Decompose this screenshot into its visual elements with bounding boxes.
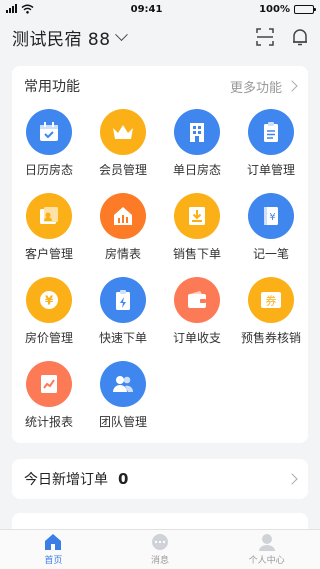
- svg-text:¥: ¥: [269, 212, 275, 223]
- today-orders-row[interactable]: 今日新增订单 0: [12, 459, 308, 499]
- trend-chart-icon: [26, 361, 72, 407]
- feature-sales-order[interactable]: 销售下单: [160, 193, 234, 262]
- feature-label: 订单收支: [172, 331, 221, 345]
- feature-label: 团队管理: [98, 415, 147, 429]
- tab-profile[interactable]: 个人中心: [213, 530, 320, 569]
- chevron-right-icon: [286, 473, 298, 485]
- feature-quick-order[interactable]: 快速下单: [86, 277, 160, 346]
- building-icon: [174, 109, 220, 155]
- tab-messages-label: 消息: [151, 556, 170, 566]
- tab-home[interactable]: 首页: [0, 530, 107, 569]
- feature-label: 预售券核销: [240, 331, 301, 345]
- quick-order-icon: [100, 277, 146, 323]
- svg-text:¥: ¥: [45, 294, 54, 308]
- profile-icon: [258, 534, 275, 551]
- feature-label: 订单管理: [246, 163, 295, 177]
- feature-label: 销售下单: [172, 247, 221, 261]
- clipboard-icon: [248, 109, 294, 155]
- feature-label: 房情表: [104, 247, 141, 261]
- feature-label: 单日房态: [172, 163, 221, 177]
- contact-card-icon: [26, 193, 72, 239]
- tab-home-label: 首页: [44, 556, 63, 566]
- feature-label: 会员管理: [98, 163, 147, 177]
- tab-profile-label: 个人中心: [248, 556, 285, 566]
- feature-daily-status[interactable]: 单日房态: [160, 109, 234, 178]
- feature-room-price[interactable]: ¥ 房价管理: [12, 277, 86, 346]
- svg-text:券: 券: [266, 294, 277, 308]
- crown-icon: [100, 109, 146, 155]
- hotel-selector[interactable]: 测试民宿 88: [12, 25, 111, 50]
- today-orders-label: 今日新增订单: [24, 472, 108, 488]
- scan-icon[interactable]: [256, 28, 274, 46]
- feature-label: 客户管理: [24, 247, 73, 261]
- ledger-icon: ¥: [248, 193, 294, 239]
- features-title: 常用功能: [24, 79, 80, 95]
- feature-customer-management[interactable]: 客户管理: [12, 193, 86, 262]
- feature-team-management[interactable]: 团队管理: [86, 361, 160, 430]
- battery-percent: 100%: [259, 3, 290, 15]
- battery-icon: [294, 4, 316, 14]
- feature-order-finance[interactable]: 订单收支: [160, 277, 234, 346]
- status-time: 09:41: [130, 3, 163, 15]
- yen-coin-icon: ¥: [26, 277, 72, 323]
- more-features-link[interactable]: 更多功能: [229, 77, 298, 96]
- tab-messages[interactable]: 消息: [107, 530, 214, 569]
- feature-label: 快速下单: [98, 331, 147, 345]
- feature-order-management[interactable]: 订单管理: [234, 109, 308, 178]
- chevron-right-icon: [286, 80, 298, 92]
- signal-icon: [6, 4, 17, 13]
- feature-calendar-status[interactable]: 日历房态: [12, 109, 86, 178]
- message-icon: [152, 534, 168, 550]
- feature-label: 统计报表: [24, 415, 73, 429]
- top-bar: 测试民宿 88: [0, 18, 320, 56]
- more-features-label: 更多功能: [229, 80, 282, 96]
- feature-room-report[interactable]: 房情表: [86, 193, 160, 262]
- sale-order-icon: [174, 193, 220, 239]
- feature-voucher-redeem[interactable]: 券 预售券核销: [234, 277, 308, 346]
- today-orders-count: 0: [118, 470, 129, 488]
- feature-label: 日历房态: [24, 163, 73, 177]
- wallet-icon: [174, 277, 220, 323]
- status-bar: 09:41 100%: [0, 0, 320, 18]
- feature-record-entry[interactable]: ¥ 记一笔: [234, 193, 308, 262]
- team-icon: [100, 361, 146, 407]
- feature-statistics[interactable]: 统计报表: [12, 361, 86, 430]
- feature-label: 记一笔: [252, 247, 289, 261]
- bell-icon[interactable]: [292, 28, 308, 46]
- home-icon: [45, 534, 62, 550]
- house-chart-icon: [100, 193, 146, 239]
- feature-label: 房价管理: [24, 331, 73, 345]
- feature-member-management[interactable]: 会员管理: [86, 109, 160, 178]
- chevron-down-icon[interactable]: [114, 27, 128, 41]
- coupon-icon: 券: [248, 277, 294, 323]
- wifi-icon: [21, 4, 34, 14]
- features-card: 常用功能 更多功能 日历房态 会员管理 单日房态 订单管理 客户管理 房情表 销…: [12, 66, 308, 443]
- tab-bar: 首页 消息 个人中心: [0, 529, 320, 569]
- calendar-icon: [26, 109, 72, 155]
